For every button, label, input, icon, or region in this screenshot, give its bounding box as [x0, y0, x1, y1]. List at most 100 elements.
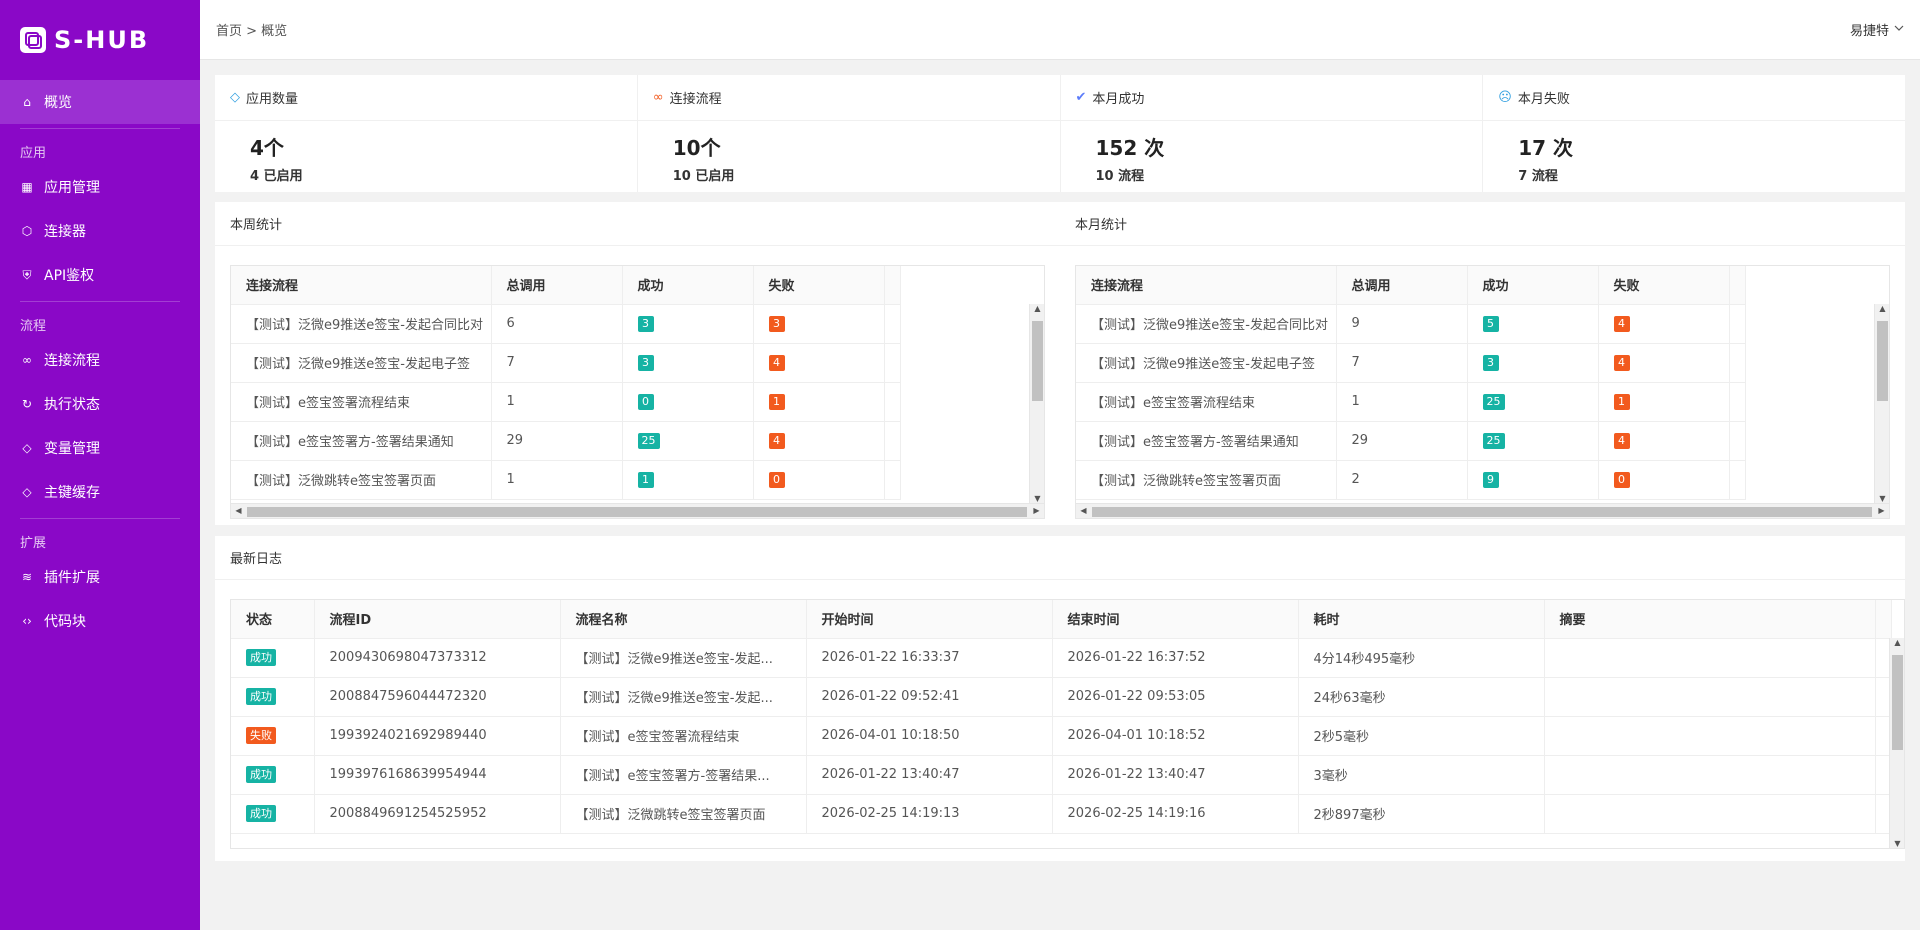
scroll-thumb[interactable]	[247, 507, 1027, 517]
column-header[interactable]: 连接流程	[231, 266, 492, 305]
start-time-cell: 2026-01-22 13:40:47	[806, 755, 1053, 795]
column-header[interactable]: 开始时间	[806, 600, 1053, 639]
sidebar-item-label: 连接流程	[44, 353, 100, 369]
table-row[interactable]: 【测试】e签宝签署方-签署结果通知 29 25 4	[231, 421, 901, 461]
flow-name-cell: 【测试】e签宝签署流程结束	[231, 382, 492, 422]
table-row[interactable]: 【测试】泛微跳转e签宝签署页面 2 9 0	[1076, 460, 1746, 500]
scroll-down-icon[interactable]: ▼	[1030, 494, 1044, 503]
column-header[interactable]: 状态	[231, 600, 315, 639]
column-header[interactable]: 流程名称	[560, 600, 807, 639]
scroll-gutter	[884, 343, 901, 383]
flow-name-cell: 【测试】泛微e9推送e签宝-发起电子签	[231, 343, 492, 383]
fail-cell: 3	[753, 304, 885, 344]
stat-body: 4个 4 已启用	[215, 121, 637, 184]
scroll-thumb[interactable]	[1892, 655, 1903, 750]
status-badge: 成功	[246, 688, 276, 705]
scroll-right-icon[interactable]: ▶	[1029, 506, 1044, 515]
vertical-scrollbar[interactable]: ▲ ▼	[1889, 638, 1904, 848]
table-row[interactable]: 成功 2009430698047373312 【测试】泛微e9推送e签宝-发起...…	[231, 638, 1892, 678]
total-cell: 29	[491, 421, 623, 461]
scroll-left-icon[interactable]: ◀	[231, 506, 246, 515]
sidebar-item[interactable]: ↻ 执行状态	[0, 382, 200, 426]
scroll-up-icon[interactable]: ▲	[1875, 304, 1889, 313]
sidebar-item[interactable]: ∞ 连接流程	[0, 338, 200, 382]
nav-group-label: 流程	[20, 319, 47, 334]
table-row[interactable]: 【测试】e签宝签署流程结束 1 25 1	[1076, 382, 1746, 422]
column-header[interactable]: 成功	[1467, 266, 1599, 305]
sidebar-item[interactable]: ⛨ API鉴权	[0, 253, 200, 297]
table-row[interactable]: 失败 1993924021692989440 【测试】e签宝签署流程结束 2026-0…	[231, 716, 1892, 756]
table-row[interactable]: 【测试】e签宝签署方-签署结果通知 29 25 4	[1076, 421, 1746, 461]
scroll-up-icon[interactable]: ▲	[1890, 638, 1904, 647]
column-header[interactable]: 失败	[1598, 266, 1730, 305]
column-header[interactable]: 结束时间	[1052, 600, 1299, 639]
column-header[interactable]: 总调用	[491, 266, 623, 305]
table-row[interactable]: 成功 2008847596044472320 【测试】泛微e9推送e签宝-发起...…	[231, 677, 1892, 717]
refresh-icon: ↻	[21, 397, 33, 411]
fail-badge: 4	[1613, 354, 1630, 371]
fail-cell: 1	[753, 382, 885, 422]
code-icon: ‹›	[22, 614, 32, 628]
sidebar-item-label: 代码块	[44, 614, 86, 630]
scroll-right-icon[interactable]: ▶	[1874, 506, 1889, 515]
success-cell: 9	[1467, 460, 1599, 500]
column-header[interactable]: 耗时	[1298, 600, 1545, 639]
column-header[interactable]: 失败	[753, 266, 885, 305]
nav-group-label: 应用	[20, 146, 47, 161]
scroll-thumb[interactable]	[1032, 321, 1043, 401]
column-header[interactable]: 摘要	[1544, 600, 1876, 639]
fail-cell: 4	[753, 421, 885, 461]
scroll-down-icon[interactable]: ▼	[1875, 494, 1889, 503]
scroll-left-icon[interactable]: ◀	[1076, 506, 1091, 515]
summary-cell	[1544, 794, 1876, 834]
stat-header: ☹ 本月失败	[1483, 75, 1905, 121]
sidebar-item[interactable]: ▦ 应用管理	[0, 165, 200, 209]
success-cell: 3	[1467, 343, 1599, 383]
table-row[interactable]: 成功 1993976168639954944 【测试】e签宝签署方-签署结果... 2…	[231, 755, 1892, 795]
week-stats-panel: 本周统计 连接流程 总调用 成功 失败 【测试】泛微e9推送e签宝-发起合同比对 6 3 3 【…	[215, 202, 1060, 525]
table-row[interactable]: 【测试】泛微e9推送e签宝-发起合同比对 6 3 3	[231, 304, 901, 344]
table-row[interactable]: 【测试】泛微跳转e签宝签署页面 1 1 0	[231, 460, 901, 500]
table-row[interactable]: 【测试】泛微e9推送e签宝-发起合同比对 9 5 4	[1076, 304, 1746, 344]
fail-cell: 0	[1598, 460, 1730, 500]
user-menu[interactable]: 易捷特	[1850, 20, 1904, 39]
flow-id-cell: 1993924021692989440	[314, 716, 561, 756]
sidebar-item[interactable]: ◇ 主键缓存	[0, 470, 200, 514]
sidebar-item-label: 插件扩展	[44, 570, 100, 586]
latest-logs-panel: 最新日志 状态 流程ID 流程名称 开始时间 结束时间 耗时 摘要 成功 20094306980…	[215, 536, 1905, 861]
sidebar-item[interactable]: ⬡ 连接器	[0, 209, 200, 253]
logo-icon	[20, 27, 46, 53]
table-row[interactable]: 【测试】泛微e9推送e签宝-发起电子签 7 3 4	[1076, 343, 1746, 383]
fail-cell: 1	[1598, 382, 1730, 422]
sidebar-item[interactable]: ⌂ 概览	[0, 80, 200, 124]
vertical-scrollbar[interactable]: ▲ ▼	[1874, 304, 1889, 503]
table-header-row: 状态 流程ID 流程名称 开始时间 结束时间 耗时 摘要	[231, 600, 1892, 639]
status-cell: 成功	[231, 638, 315, 678]
end-time-cell: 2026-01-22 16:37:52	[1052, 638, 1299, 678]
sidebar-item[interactable]: ≋ 插件扩展	[0, 555, 200, 599]
fail-badge: 1	[1613, 393, 1630, 410]
start-time-cell: 2026-01-22 09:52:41	[806, 677, 1053, 717]
table-row[interactable]: 【测试】泛微e9推送e签宝-发起电子签 7 3 4	[231, 343, 901, 383]
vertical-scrollbar[interactable]: ▲ ▼	[1029, 304, 1044, 503]
duration-cell: 4分14秒495毫秒	[1298, 638, 1545, 678]
scroll-up-icon[interactable]: ▲	[1030, 304, 1044, 313]
scroll-thumb[interactable]	[1877, 321, 1888, 401]
column-header[interactable]: 成功	[622, 266, 754, 305]
column-header[interactable]: 连接流程	[1076, 266, 1337, 305]
scroll-down-icon[interactable]: ▼	[1890, 839, 1904, 848]
column-header[interactable]: 总调用	[1336, 266, 1468, 305]
logo[interactable]: S-HUB	[0, 0, 200, 80]
sidebar-item[interactable]: ‹› 代码块	[0, 599, 200, 643]
table-row[interactable]: 成功 2008849691254525952 【测试】泛微跳转e签宝签署页面 2026…	[231, 794, 1892, 834]
flow-name-cell: 【测试】e签宝签署流程结束	[560, 716, 807, 756]
scroll-gutter	[1729, 304, 1746, 344]
logs-table-container: 状态 流程ID 流程名称 开始时间 结束时间 耗时 摘要 成功 2009430698047373…	[230, 599, 1905, 849]
horizontal-scrollbar[interactable]: ◀ ▶	[231, 503, 1044, 518]
sidebar-item[interactable]: ◇ 变量管理	[0, 426, 200, 470]
horizontal-scrollbar[interactable]: ◀ ▶	[1076, 503, 1889, 518]
column-header[interactable]: 流程ID	[314, 600, 561, 639]
breadcrumb[interactable]: 首页 > 概览	[216, 20, 287, 39]
table-row[interactable]: 【测试】e签宝签署流程结束 1 0 1	[231, 382, 901, 422]
scroll-thumb[interactable]	[1092, 507, 1872, 517]
